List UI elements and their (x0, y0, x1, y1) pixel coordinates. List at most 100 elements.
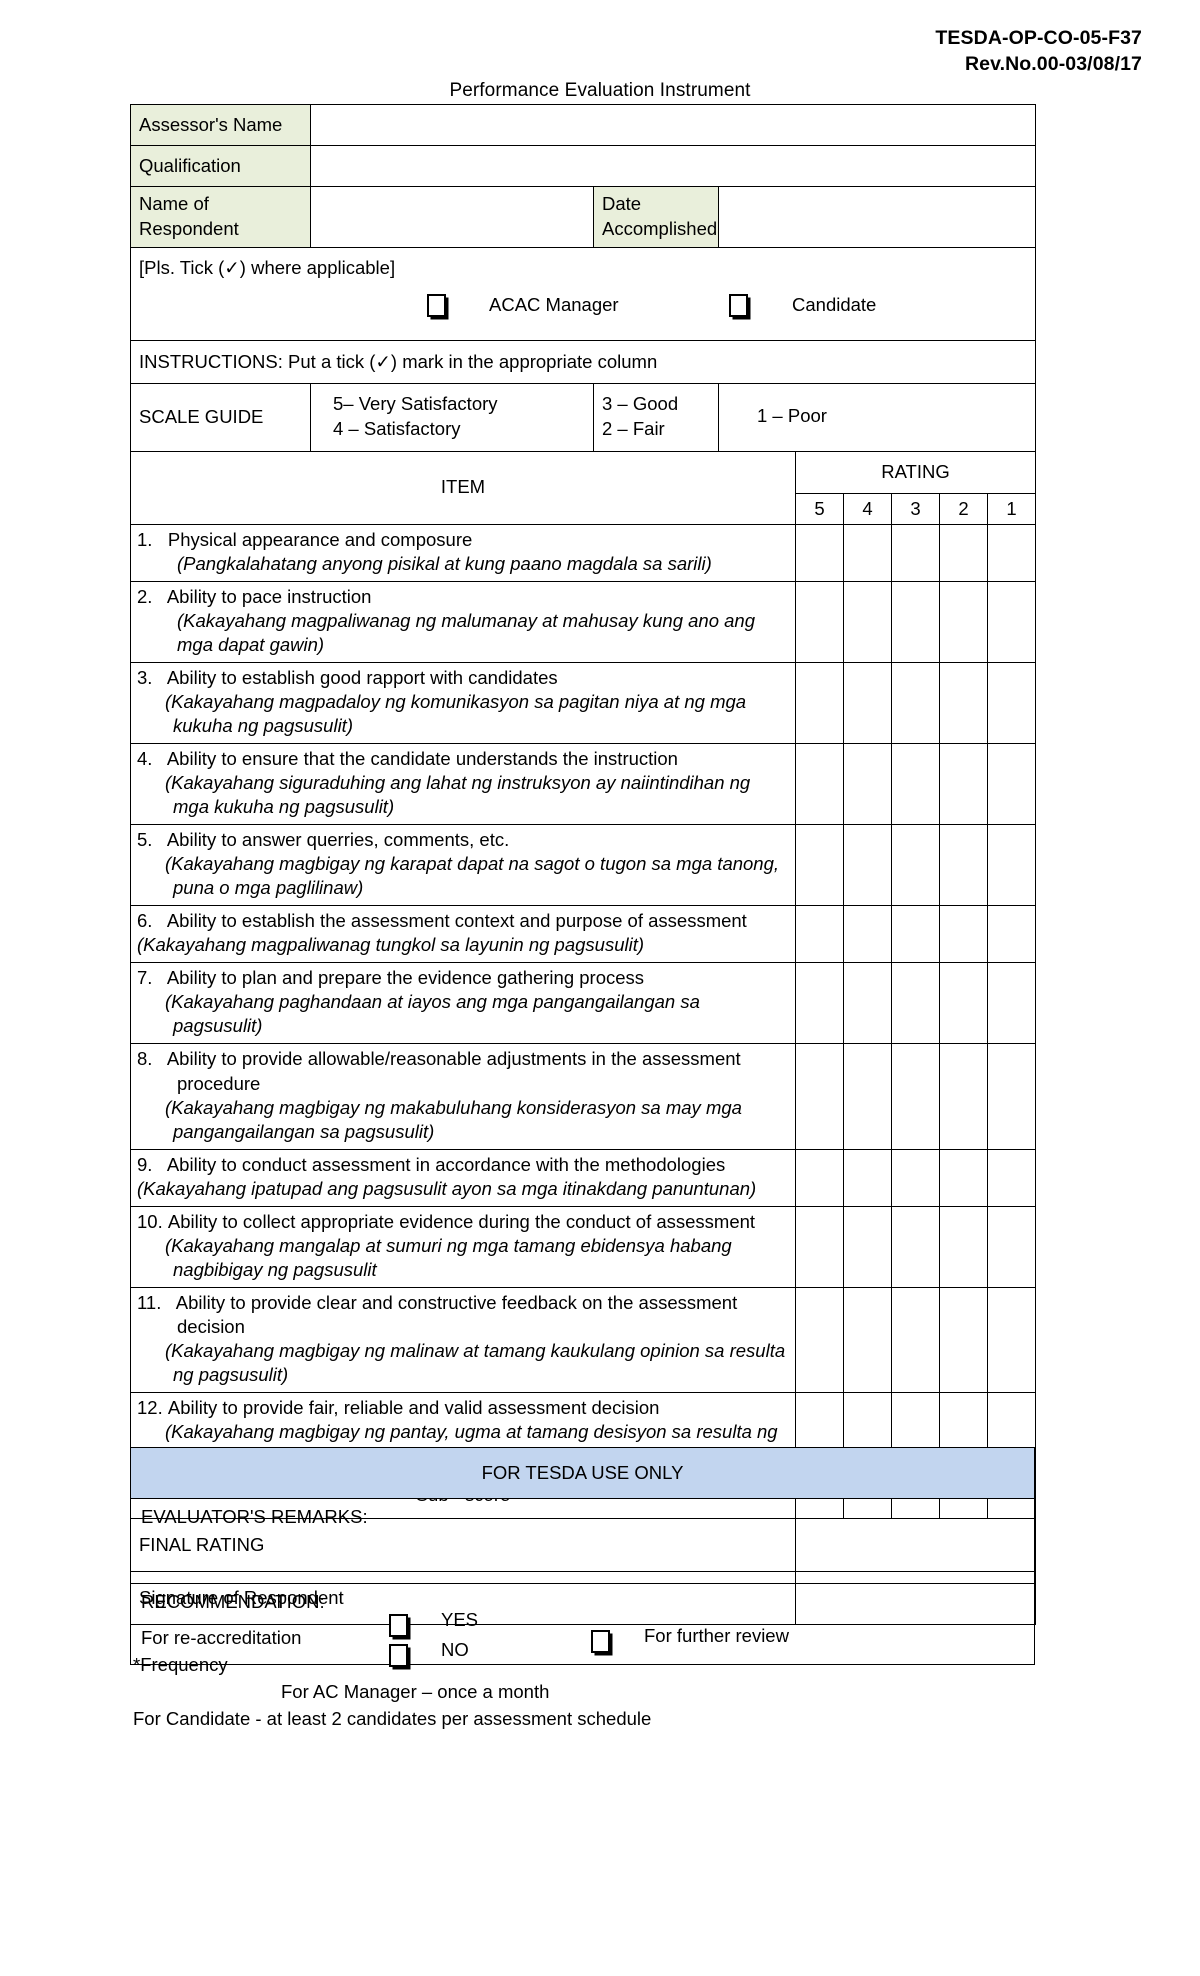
item-11-rating-3[interactable] (891, 1286, 940, 1394)
acac-manager-label: ACAC Manager (489, 293, 619, 315)
item-9-rating-1[interactable] (987, 1148, 1036, 1207)
qualification-input[interactable] (309, 145, 1037, 187)
table-row: 11. Ability to provide clear and constru… (130, 1286, 1036, 1394)
item-7-rating-4[interactable] (843, 962, 892, 1045)
item-10-rating-3[interactable] (891, 1205, 940, 1288)
item-3-rating-5[interactable] (795, 661, 844, 744)
re-accreditation-label: For re-accreditation (141, 1627, 302, 1648)
item-9-text: 9. Ability to conduct assessment in acco… (137, 1153, 789, 1177)
item-5-english: Ability to answer querries, comments, et… (166, 829, 510, 851)
evaluator-remarks-cell[interactable]: EVALUATOR'S REMARKS: (130, 1498, 1035, 1584)
table-header-row: ITEM RATING (130, 450, 1036, 525)
candidate-checkbox[interactable] (729, 293, 748, 318)
item-9-english: Ability to conduct assessment in accorda… (166, 1153, 726, 1175)
item-7-text: 7. Ability to plan and prepare the evide… (137, 966, 789, 990)
item-3-rating-3[interactable] (891, 661, 940, 744)
respondent-row: Name of Respondent Date Accomplished (130, 186, 1037, 248)
item-8-rating-4[interactable] (843, 1043, 892, 1150)
item-2-rating-5[interactable] (795, 580, 844, 663)
item-2-rating-1[interactable] (987, 580, 1036, 663)
empty-checkbox-icon (729, 294, 748, 318)
assessor-name-input[interactable] (309, 104, 1037, 146)
date-accomplished-label: Date Accomplished (593, 186, 719, 248)
item-6-rating-4[interactable] (843, 905, 892, 964)
item-9-number: 9. (137, 1153, 153, 1175)
item-11-rating-4[interactable] (843, 1286, 892, 1394)
item-4-rating-5[interactable] (795, 742, 844, 826)
item-6-tagalog: (Kakayahang magpaliwanag tungkol sa layu… (137, 934, 645, 956)
table-row: 8. Ability to provide allowable/reasonab… (130, 1043, 1036, 1150)
identity-table: Assessor's Name Qualification Name of Re… (129, 104, 1037, 453)
further-review-checkbox[interactable] (591, 1628, 610, 1653)
item-4-rating-2[interactable] (939, 742, 988, 826)
item-7-rating-3[interactable] (891, 962, 940, 1045)
item-7-rating-5[interactable] (795, 962, 844, 1045)
item-8-rating-2[interactable] (939, 1043, 988, 1150)
document-revision: Rev.No.00-03/08/17 (964, 52, 1142, 75)
item-8-rating-5[interactable] (795, 1043, 844, 1150)
item-5-rating-4[interactable] (843, 824, 892, 907)
item-6-rating-1[interactable] (987, 905, 1036, 964)
instructions-row: INSTRUCTIONS: Put a tick (✓) mark in the… (129, 340, 1037, 384)
item-6-rating-5[interactable] (795, 905, 844, 964)
item-6-rating-2[interactable] (939, 905, 988, 964)
item-3-rating-4[interactable] (843, 661, 892, 744)
frequency-candidate: For Candidate - at least 2 candidates pe… (133, 1707, 652, 1729)
item-4-rating-3[interactable] (891, 742, 940, 826)
item-6-rating-3[interactable] (891, 905, 940, 964)
item-4-rating-4[interactable] (843, 742, 892, 826)
item-5-tagalog: (Kakayahang magbigay ng karapat dapat na… (165, 853, 780, 899)
item-3-text: 3. Ability to establish good rapport wit… (137, 666, 789, 690)
item-2-rating-3[interactable] (891, 580, 940, 663)
item-1-rating-4[interactable] (843, 523, 892, 582)
scale-guide-col-2: 3 – Good 2 – Fair (593, 382, 719, 453)
item-5-rating-1[interactable] (987, 824, 1036, 907)
tick-cell: [Pls. Tick (✓) where applicable] ACAC Ma… (129, 247, 1037, 341)
form-title: Performance Evaluation Instrument (449, 80, 751, 101)
item-1-rating-2[interactable] (939, 523, 988, 582)
item-1-rating-3[interactable] (891, 523, 940, 582)
scale-guide-row: SCALE GUIDE 5– Very Satisfactory 4 – Sat… (130, 382, 1037, 453)
item-7-rating-1[interactable] (987, 962, 1036, 1045)
item-9-rating-4[interactable] (843, 1148, 892, 1207)
item-9-rating-2[interactable] (939, 1148, 988, 1207)
item-10-rating-1[interactable] (987, 1205, 1036, 1288)
item-3-rating-1[interactable] (987, 661, 1036, 744)
respondent-name-input[interactable] (310, 186, 594, 248)
date-accomplished-input[interactable] (717, 186, 1037, 248)
item-11-rating-1[interactable] (987, 1286, 1036, 1394)
table-row: 7. Ability to plan and prepare the evide… (130, 962, 1036, 1045)
scale-guide-label: SCALE GUIDE (130, 382, 311, 453)
item-7-number: 7. (137, 967, 153, 989)
item-8-rating-3[interactable] (891, 1043, 940, 1150)
item-2-rating-2[interactable] (939, 580, 988, 663)
item-9-cell: 9. Ability to conduct assessment in acco… (130, 1148, 796, 1207)
item-column-header: ITEM (130, 450, 796, 525)
yes-checkbox[interactable] (389, 1612, 408, 1637)
item-11-rating-5[interactable] (795, 1286, 844, 1394)
item-9-rating-5[interactable] (795, 1148, 844, 1207)
item-10-rating-5[interactable] (795, 1205, 844, 1288)
tesda-use-only-title: FOR TESDA USE ONLY (130, 1447, 1035, 1499)
yes-label: YES (441, 1609, 479, 1630)
item-11-rating-2[interactable] (939, 1286, 988, 1394)
item-5-rating-3[interactable] (891, 824, 940, 907)
item-2-rating-4[interactable] (843, 580, 892, 663)
item-7-rating-2[interactable] (939, 962, 988, 1045)
item-5-rating-2[interactable] (939, 824, 988, 907)
item-2-english: Ability to pace instruction (166, 585, 372, 607)
item-3-rating-2[interactable] (939, 661, 988, 744)
item-12-english: Ability to provide fair, reliable and va… (167, 1397, 660, 1419)
item-2-cell: 2. Ability to pace instruction (Kakayaha… (130, 580, 796, 663)
item-9-rating-3[interactable] (891, 1148, 940, 1207)
empty-checkbox-icon (389, 1613, 408, 1637)
item-10-rating-2[interactable] (939, 1205, 988, 1288)
item-10-rating-4[interactable] (843, 1205, 892, 1288)
item-4-rating-1[interactable] (987, 742, 1036, 826)
item-8-rating-1[interactable] (987, 1043, 1036, 1150)
item-1-rating-5[interactable] (795, 523, 844, 582)
item-5-rating-5[interactable] (795, 824, 844, 907)
item-1-rating-1[interactable] (987, 523, 1036, 582)
empty-checkbox-icon (591, 1629, 610, 1653)
acac-manager-checkbox[interactable] (427, 293, 446, 318)
